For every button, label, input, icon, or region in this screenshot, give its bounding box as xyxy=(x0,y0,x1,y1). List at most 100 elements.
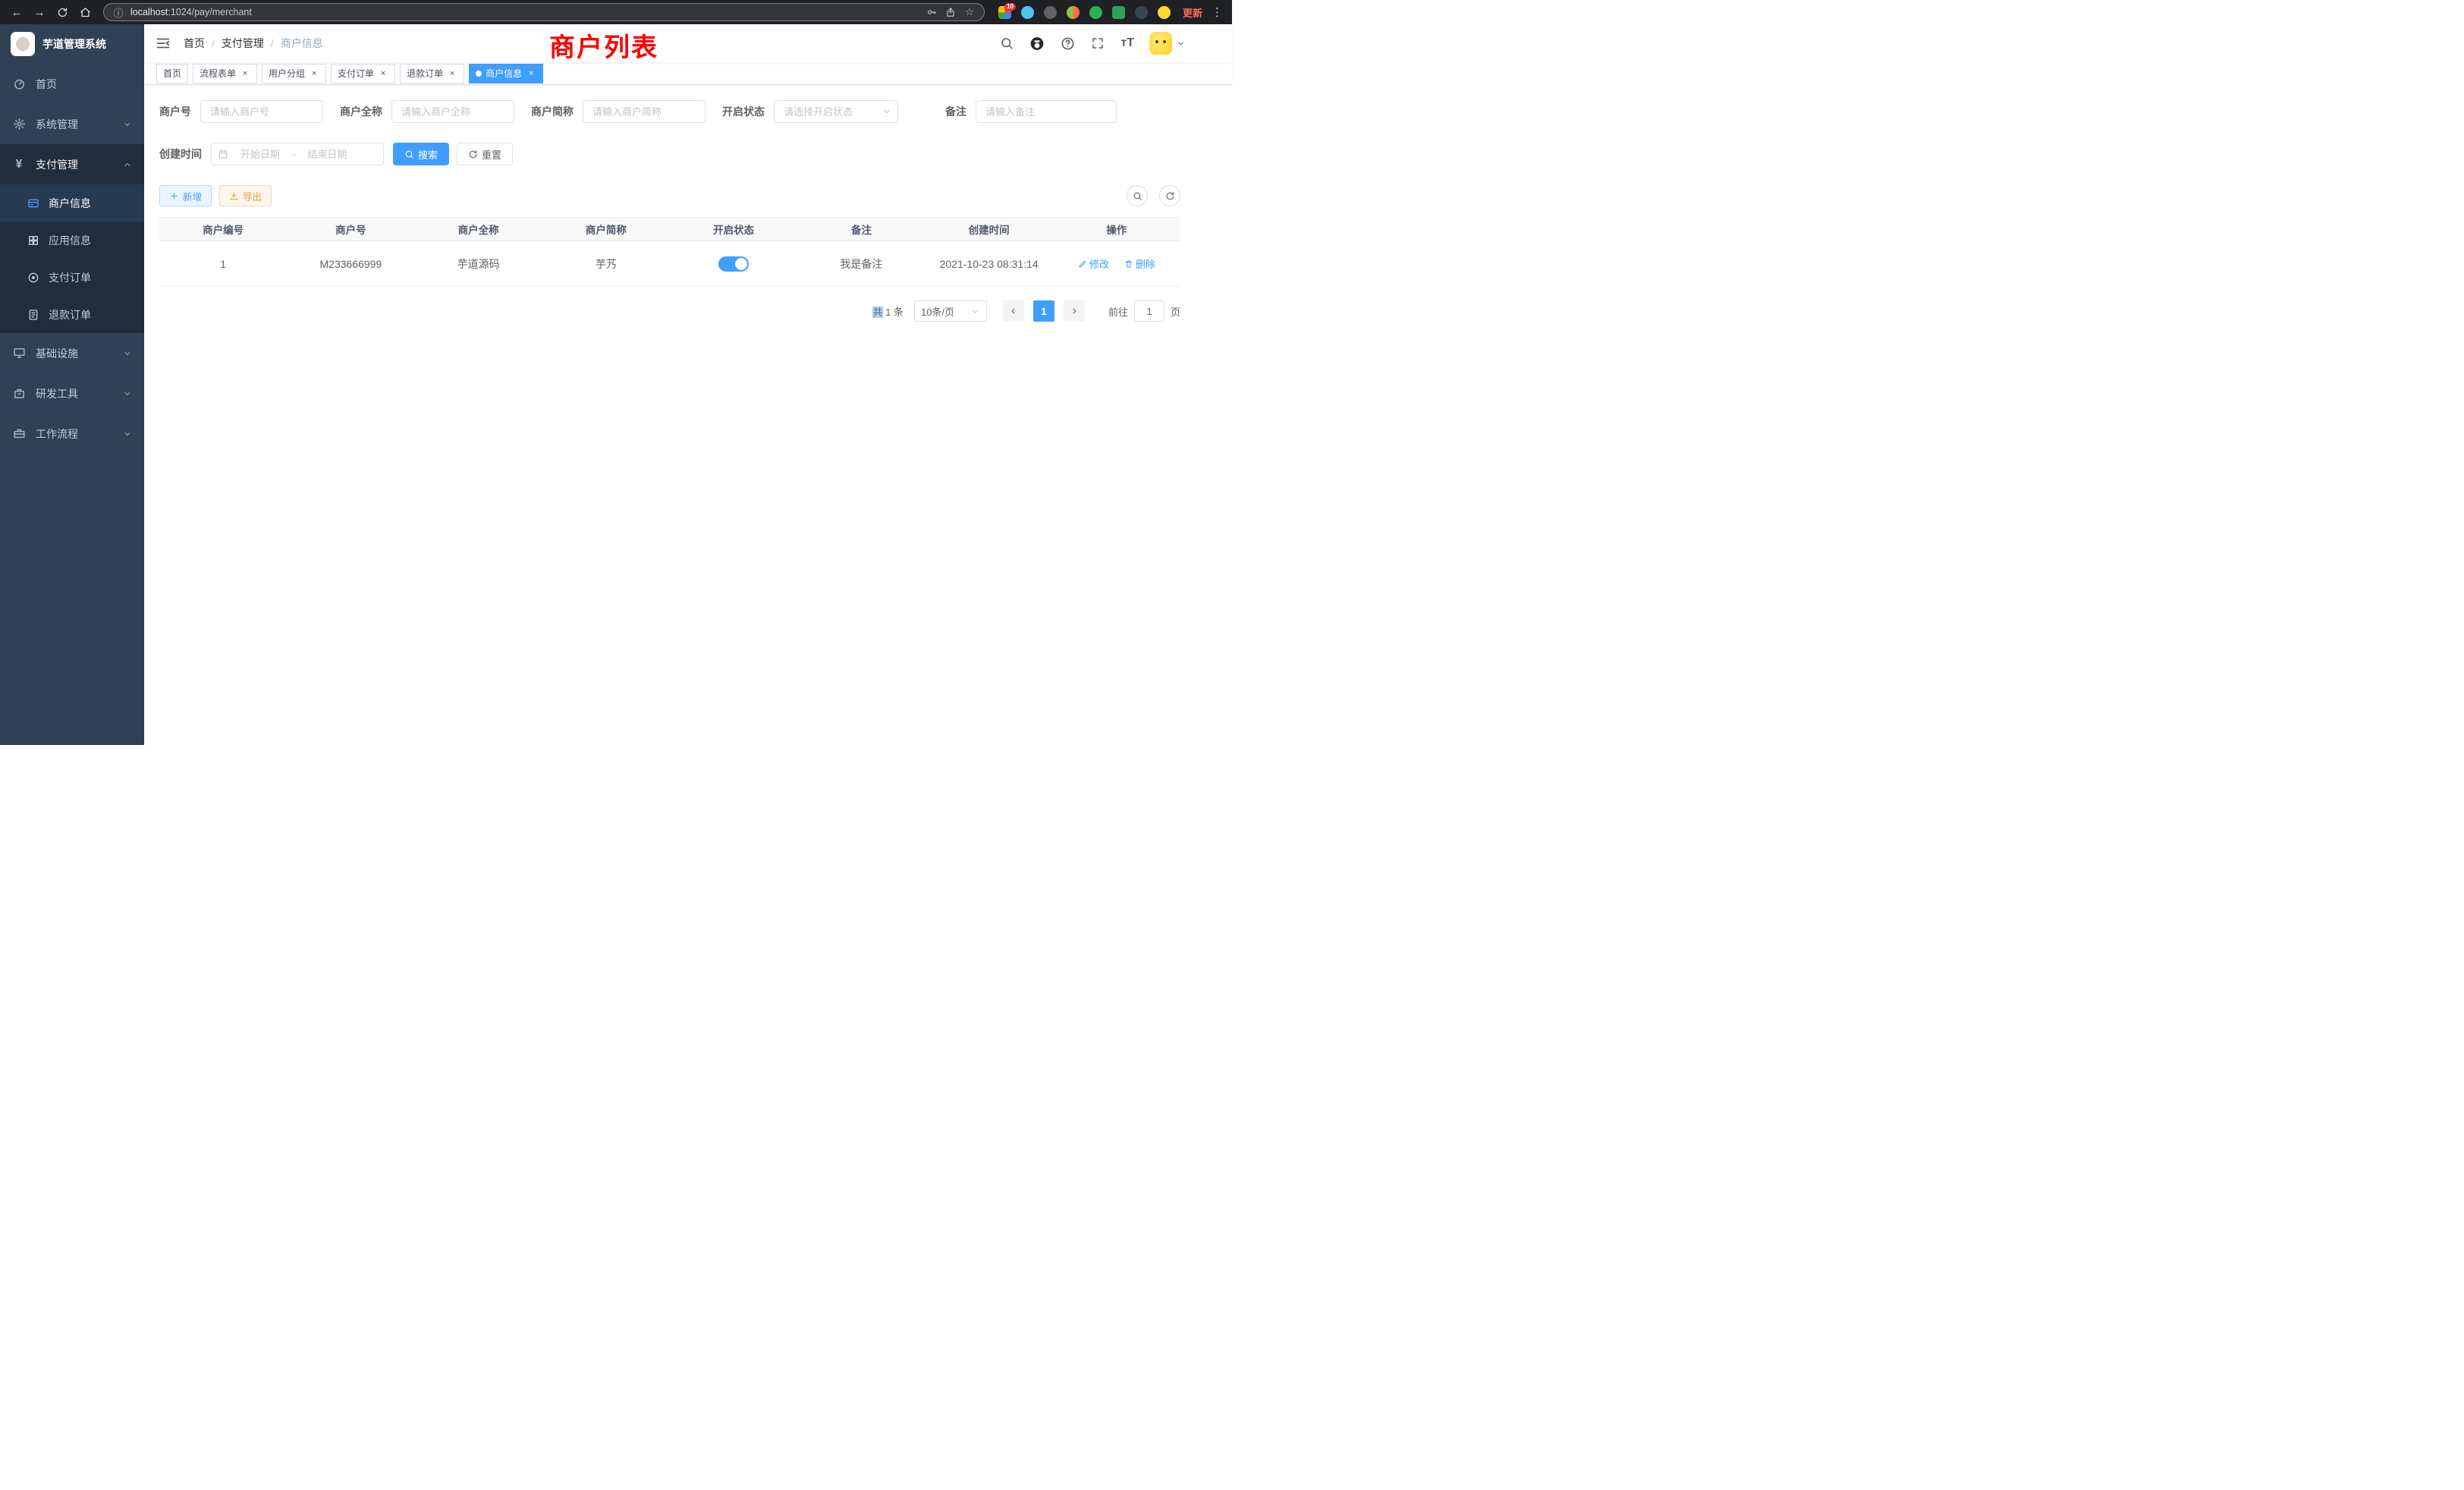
browser-back-icon[interactable]: ← xyxy=(6,2,27,23)
password-key-icon[interactable] xyxy=(925,5,938,19)
close-icon[interactable]: × xyxy=(378,68,388,79)
search-form-row-1: 商户号 商户全称 商户简称 开启状态 xyxy=(159,100,1232,123)
remark-label: 备注 xyxy=(945,104,966,119)
fullscreen-icon[interactable] xyxy=(1090,36,1105,51)
extension-icon-multicolor[interactable] xyxy=(1067,6,1080,19)
briefcase-icon xyxy=(12,427,26,441)
sidebar-toggle-icon[interactable] xyxy=(155,35,171,52)
tab-pay-order[interactable]: 支付订单× xyxy=(331,64,395,83)
breadcrumb-section[interactable]: 支付管理 xyxy=(222,36,264,51)
status-label: 开启状态 xyxy=(722,104,765,119)
extension-badge: 10 xyxy=(1004,3,1016,11)
close-icon[interactable]: × xyxy=(240,68,250,79)
short-name-label: 商户简称 xyxy=(531,104,574,119)
create-time-range-picker[interactable]: - xyxy=(211,143,384,165)
tab-user-group[interactable]: 用户分组× xyxy=(262,64,326,83)
browser-refresh-icon[interactable] xyxy=(52,2,73,23)
close-icon[interactable]: × xyxy=(447,68,457,79)
short-name-input[interactable] xyxy=(583,100,706,123)
toolbox-icon xyxy=(12,387,26,401)
remark-input[interactable] xyxy=(976,100,1117,123)
extension-puzzle-icon[interactable]: 10 xyxy=(998,6,1011,19)
tab-process-form[interactable]: 流程表单× xyxy=(193,64,257,83)
document-icon xyxy=(27,308,39,321)
sidebar-item-home[interactable]: 首页 xyxy=(0,64,144,104)
browser-forward-icon[interactable]: → xyxy=(29,2,50,23)
table-header-row: 商户编号 商户号 商户全称 商户简称 开启状态 备注 创建时间 操作 xyxy=(159,218,1180,241)
export-button[interactable]: 导出 xyxy=(219,185,272,206)
extension-icon-smiley[interactable] xyxy=(1158,6,1171,19)
app-logo-row[interactable]: 芋道管理系统 xyxy=(0,24,144,64)
url-bar[interactable]: ⓘ localhost:1024/pay/merchant ☆ xyxy=(103,3,985,21)
add-button[interactable]: 新增 xyxy=(159,185,212,206)
sidebar-item-pay-order[interactable]: 支付订单 xyxy=(0,259,144,296)
help-question-icon[interactable] xyxy=(1060,36,1075,51)
merchant-table: 商户编号 商户号 商户全称 商户简称 开启状态 备注 创建时间 操作 1 M23… xyxy=(159,217,1180,287)
sidebar-item-workflow[interactable]: 工作流程 xyxy=(0,413,144,454)
dashboard-icon xyxy=(12,77,26,91)
sidebar-item-devtools[interactable]: 研发工具 xyxy=(0,373,144,413)
cell-full-name: 芋道源码 xyxy=(415,256,542,272)
sidebar-item-pay[interactable]: ¥ 支付管理 xyxy=(0,144,144,184)
sidebar-item-merchant-info[interactable]: 商户信息 xyxy=(0,184,144,222)
close-icon[interactable]: × xyxy=(309,68,319,79)
cell-remark: 我是备注 xyxy=(797,256,925,272)
extensions-area: 10 xyxy=(992,6,1177,19)
toggle-search-button[interactable] xyxy=(1127,185,1148,206)
tab-merchant-info[interactable]: 商户信息× xyxy=(469,64,543,83)
sidebar-item-infrastructure[interactable]: 基础设施 xyxy=(0,333,144,373)
bookmark-star-icon[interactable]: ☆ xyxy=(963,5,976,19)
extension-icon-green-circle[interactable] xyxy=(1089,6,1102,19)
extension-icon-blue[interactable] xyxy=(1021,6,1034,19)
full-name-label: 商户全称 xyxy=(340,104,382,119)
browser-update-button[interactable]: 更新 xyxy=(1178,5,1207,20)
sidebar-item-system[interactable]: 系统管理 xyxy=(0,104,144,144)
search-button[interactable]: 搜索 xyxy=(393,143,449,165)
font-size-icon[interactable]: ᴛT xyxy=(1120,36,1134,50)
breadcrumb-home[interactable]: 首页 xyxy=(184,36,205,51)
next-page-button[interactable] xyxy=(1064,300,1085,322)
delete-button[interactable]: 删除 xyxy=(1124,256,1155,271)
grid-icon xyxy=(27,234,39,247)
cell-merchant-no: M233666999 xyxy=(287,258,414,270)
user-menu[interactable] xyxy=(1149,32,1185,55)
tab-refund-order[interactable]: 退款订单× xyxy=(400,64,464,83)
page-content: 商户号 商户全称 商户简称 开启状态 xyxy=(144,85,1232,322)
app-logo xyxy=(11,32,35,56)
browser-home-icon[interactable] xyxy=(74,2,96,23)
share-icon[interactable] xyxy=(944,5,957,19)
merchant-no-input[interactable] xyxy=(200,100,323,123)
url-text: localhost:1024/pay/merchant xyxy=(130,7,252,17)
tab-home[interactable]: 首页 xyxy=(156,64,188,83)
extension-icon-gray[interactable] xyxy=(1044,6,1057,19)
cell-create-time: 2021-10-23 08:31:14 xyxy=(926,258,1053,270)
sidebar-item-refund-order[interactable]: 退款订单 xyxy=(0,296,144,333)
edit-button[interactable]: 修改 xyxy=(1078,256,1109,271)
start-date-input[interactable] xyxy=(231,149,289,160)
status-select[interactable] xyxy=(774,100,898,123)
gear-icon xyxy=(12,118,26,131)
target-icon xyxy=(27,271,39,284)
full-name-input[interactable] xyxy=(391,100,514,123)
sidebar-item-app-info[interactable]: 应用信息 xyxy=(0,222,144,259)
page-number-button[interactable]: 1 xyxy=(1033,300,1054,322)
browser-menu-icon[interactable]: ⋮ xyxy=(1208,5,1226,19)
refresh-table-button[interactable] xyxy=(1159,185,1180,206)
browser-chrome: ← → ⓘ localhost:1024/pay/merchant ☆ 10 更… xyxy=(0,0,1232,24)
prev-page-button[interactable] xyxy=(1003,300,1024,322)
extension-icon-green-square[interactable] xyxy=(1112,6,1125,19)
site-info-icon[interactable]: ⓘ xyxy=(112,5,125,19)
close-icon[interactable]: × xyxy=(526,68,536,79)
chevron-down-icon xyxy=(970,306,980,316)
github-icon[interactable] xyxy=(1029,36,1045,51)
end-date-input[interactable] xyxy=(298,149,356,160)
page-size-select[interactable]: 10条/页 xyxy=(914,300,987,322)
monitor-icon xyxy=(12,347,26,360)
search-icon[interactable] xyxy=(999,36,1014,51)
goto-page-input[interactable] xyxy=(1134,300,1164,322)
extension-icon-dark-tools[interactable] xyxy=(1135,6,1148,19)
user-avatar xyxy=(1149,32,1172,55)
navbar-actions: ᴛT xyxy=(999,32,1220,55)
reset-button[interactable]: 重置 xyxy=(457,143,513,165)
status-toggle[interactable] xyxy=(718,256,749,272)
